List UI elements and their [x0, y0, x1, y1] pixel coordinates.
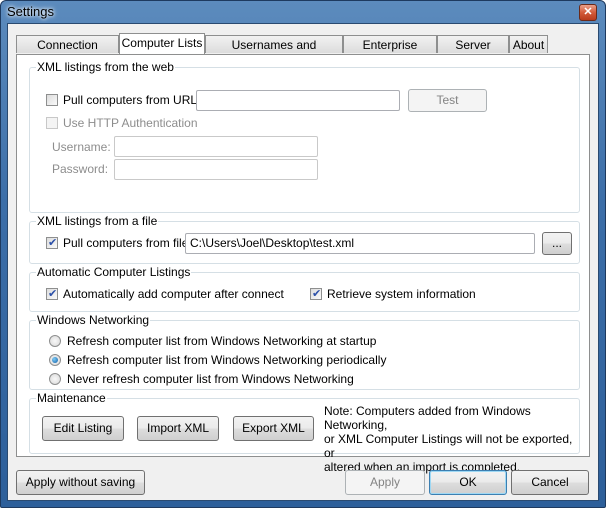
auto-listings-group-title: Automatic Computer Listings — [36, 265, 192, 279]
file-listings-group-title: XML listings from a file — [36, 214, 159, 228]
maintenance-group-title: Maintenance — [36, 391, 107, 405]
ok-button[interactable]: OK — [429, 470, 507, 495]
close-icon: ✕ — [583, 6, 593, 18]
pull-file-checkbox[interactable] — [46, 236, 58, 249]
tab-enterprise-server[interactable]: Enterprise Server — [343, 35, 437, 70]
radio-refresh-periodically[interactable] — [49, 354, 61, 366]
pull-file-label: Pull computers from file: — [63, 236, 192, 250]
apply-without-saving-button[interactable]: Apply without saving — [16, 470, 145, 495]
retrieve-info-label: Retrieve system information — [327, 287, 476, 301]
radio-never-refresh[interactable] — [49, 373, 61, 385]
import-xml-button[interactable]: Import XML — [137, 416, 219, 441]
windows-networking-group-title: Windows Networking — [36, 313, 151, 327]
tab-computer-lists[interactable]: Computer Lists — [119, 33, 205, 54]
browse-button[interactable]: ... — [542, 232, 572, 255]
window-title: Settings — [7, 4, 54, 19]
file-path-input[interactable]: C:\Users\Joel\Desktop\test.xml — [185, 233, 535, 254]
title-bar[interactable]: Settings ✕ — [1, 1, 605, 23]
windows-networking-group: Windows Networking Refresh computer list… — [29, 313, 580, 390]
http-auth-checkbox[interactable] — [46, 117, 58, 129]
auto-add-label: Automatically add computer after connect — [63, 287, 284, 301]
edit-listing-button[interactable]: Edit Listing — [42, 416, 124, 441]
apply-button[interactable]: Apply — [345, 470, 425, 495]
maintenance-group: Maintenance Edit Listing Import XML Expo… — [29, 391, 580, 474]
close-button[interactable]: ✕ — [579, 4, 597, 21]
tab-usernames-and-passwords[interactable]: Usernames and Passwords — [205, 35, 343, 70]
username-input[interactable] — [114, 136, 318, 157]
pull-url-checkbox[interactable] — [46, 94, 58, 106]
tab-server-install[interactable]: Server Install — [437, 35, 509, 70]
refresh-periodically-label: Refresh computer list from Windows Netwo… — [67, 353, 387, 367]
retrieve-info-checkbox[interactable] — [310, 287, 322, 300]
tab-connection-options[interactable]: Connection Options — [16, 35, 119, 70]
file-listings-group: XML listings from a file Pull computers … — [29, 214, 580, 264]
dialog-client: Connection Options Computer Lists Userna… — [7, 23, 599, 501]
settings-window: Settings ✕ Connection Options Computer L… — [0, 0, 606, 508]
pull-url-label: Pull computers from URL: — [63, 93, 201, 107]
http-auth-label: Use HTTP Authentication — [63, 116, 198, 130]
web-listings-group: XML listings from the web Pull computers… — [29, 60, 580, 213]
web-listings-group-title: XML listings from the web — [36, 60, 175, 74]
auto-listings-group: Automatic Computer Listings Automaticall… — [29, 265, 580, 312]
computer-lists-panel: XML listings from the web Pull computers… — [16, 54, 590, 474]
note-line: or XML Computer Listings will not be exp… — [324, 432, 573, 460]
note-line: Note: Computers added from Windows Netwo… — [324, 404, 531, 432]
auto-add-checkbox[interactable] — [46, 287, 58, 300]
password-input[interactable] — [114, 159, 318, 180]
radio-refresh-at-startup[interactable] — [49, 335, 61, 347]
never-refresh-label: Never refresh computer list from Windows… — [67, 372, 354, 386]
test-button[interactable]: Test — [408, 89, 487, 112]
username-label: Username: — [52, 140, 111, 154]
tab-about[interactable]: About — [509, 35, 548, 53]
export-xml-button[interactable]: Export XML — [233, 416, 314, 441]
cancel-button[interactable]: Cancel — [511, 470, 589, 495]
url-input[interactable] — [196, 90, 400, 111]
refresh-at-startup-label: Refresh computer list from Windows Netwo… — [67, 334, 377, 348]
password-label: Password: — [52, 162, 109, 176]
maintenance-note: Note: Computers added from Windows Netwo… — [324, 404, 579, 474]
